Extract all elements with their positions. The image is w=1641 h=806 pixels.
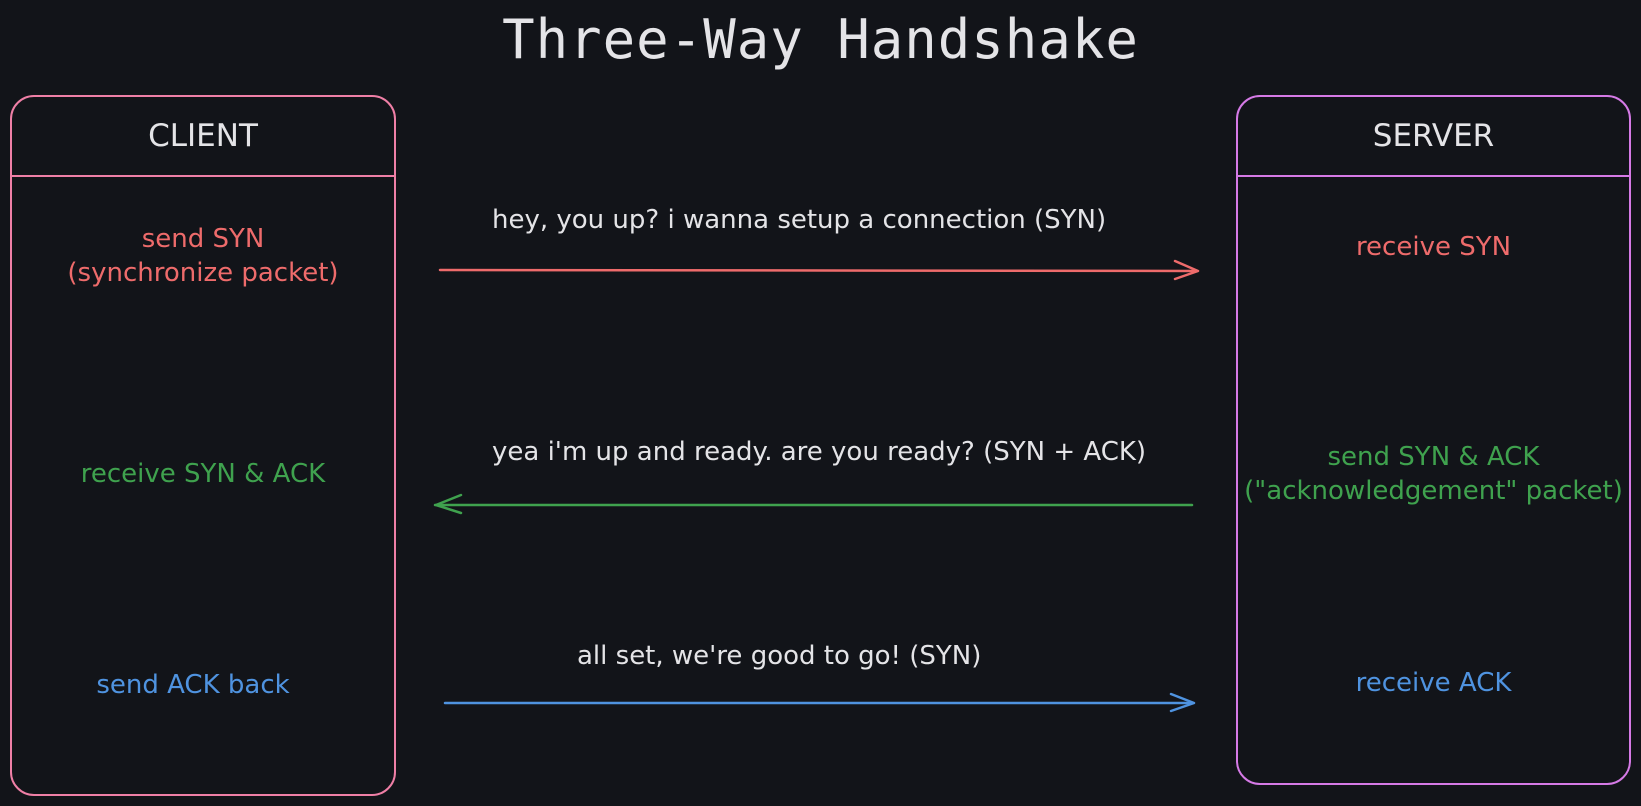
- client-step-send-syn-line1: send SYN: [141, 224, 265, 254]
- server-step-receive-syn-line1: receive SYN: [1355, 232, 1512, 262]
- client-header: CLIENT: [12, 97, 394, 177]
- diagram-title: Three-Way Handshake: [502, 8, 1139, 71]
- server-step-send-synack-line1: send SYN & ACK: [1327, 442, 1540, 472]
- message-syn-label: hey, you up? i wanna setup a connection …: [492, 205, 1107, 235]
- client-step-receive-synack-line1: receive SYN & ACK: [80, 459, 326, 489]
- arrow-synack: [433, 493, 1194, 515]
- server-step-receive-syn: receive SYN: [1236, 230, 1631, 264]
- client-step-send-ack-line1: send ACK back: [96, 670, 290, 700]
- client-step-send-ack: send ACK back: [0, 668, 386, 702]
- client-step-send-syn-line2: (synchronize packet): [67, 258, 339, 288]
- server-header: SERVER: [1238, 97, 1629, 177]
- message-ack-label: all set, we're good to go! (SYN): [577, 641, 982, 671]
- client-step-receive-synack: receive SYN & ACK: [10, 457, 396, 491]
- server-step-receive-ack-line1: receive ACK: [1355, 668, 1512, 698]
- server-step-send-synack: send SYN & ACK ("acknowledgement" packet…: [1236, 440, 1631, 508]
- arrow-syn: [438, 259, 1200, 281]
- arrow-ack: [443, 692, 1196, 713]
- message-synack-label: yea i'm up and ready. are you ready? (SY…: [492, 437, 1147, 467]
- client-step-send-syn: send SYN (synchronize packet): [10, 222, 396, 290]
- server-step-send-synack-line2: ("acknowledgement" packet): [1244, 476, 1623, 506]
- server-step-receive-ack: receive ACK: [1236, 666, 1631, 700]
